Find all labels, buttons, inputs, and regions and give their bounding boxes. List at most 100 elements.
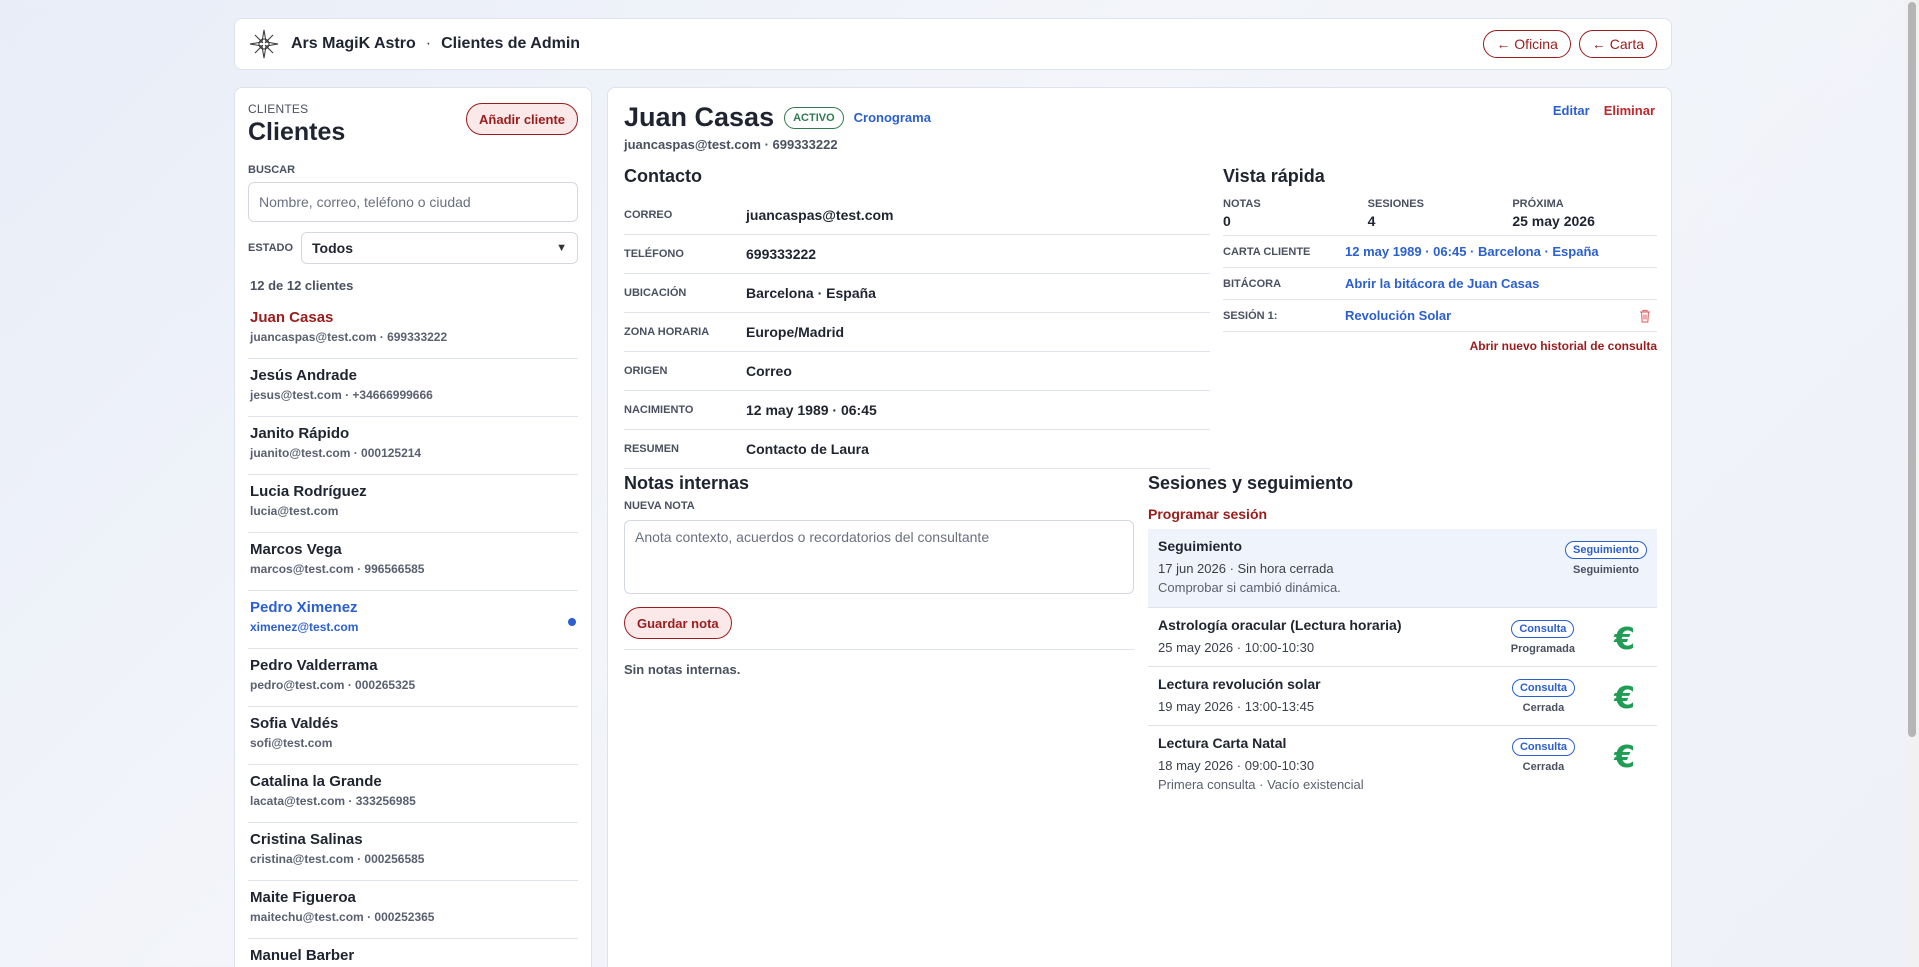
contact-row-timezone: ZONA HORARIA Europe/Madrid [624, 313, 1210, 352]
contact-value: 12 may 1989 · 06:45 [746, 402, 877, 418]
client-item[interactable]: Sofia Valdés sofi@test.com [248, 707, 578, 765]
session-item[interactable]: Seguimiento 17 jun 2026 · Sin hora cerra… [1148, 529, 1657, 608]
client-item[interactable]: Pedro Valderrama pedro@test.com · 000265… [248, 649, 578, 707]
client-item[interactable]: Manuel Barber [248, 939, 578, 967]
page-scrollbar[interactable] [1905, 0, 1919, 967]
client-meta: ximenez@test.com [250, 620, 359, 634]
session-note: Comprobar si cambió dinámica. [1158, 580, 1341, 595]
client-item[interactable]: Marcos Vega marcos@test.com · 996566585 [248, 533, 578, 591]
stat-next: PRÓXIMA 25 may 2026 [1512, 198, 1657, 229]
session-item[interactable]: Lectura revolución solar 19 may 2026 · 1… [1148, 667, 1657, 726]
session-type-badge: Consulta [1511, 620, 1575, 638]
add-client-button[interactable]: Añadir cliente [466, 103, 578, 135]
client-item[interactable]: Cristina Salinas cristina@test.com · 000… [248, 823, 578, 881]
oficina-button[interactable]: ← Oficina [1483, 30, 1571, 58]
client-meta: marcos@test.com · 996566585 [250, 562, 425, 576]
quick-key: SESIÓN 1: [1223, 309, 1278, 322]
scrollbar-thumb[interactable] [1908, 2, 1916, 737]
cronograma-link[interactable]: Cronograma [854, 110, 931, 125]
euro-icon[interactable]: € [1614, 681, 1635, 716]
log-link[interactable]: Abrir la bitácora de Juan Casas [1345, 276, 1539, 291]
stat-label: SESIONES [1367, 198, 1424, 210]
contact-value: Europe/Madrid [746, 324, 845, 340]
contact-row-email: CORREO juancaspas@test.com [624, 196, 1210, 235]
client-name: Cristina Salinas [250, 831, 363, 848]
unread-dot-icon [568, 618, 576, 626]
brand-separator: · [425, 35, 432, 52]
carta-button[interactable]: ← Carta [1578, 30, 1657, 58]
session-item[interactable]: Astrología oracular (Lectura horaria) 25… [1148, 608, 1657, 667]
quick-view-title: Vista rápida [1223, 166, 1325, 186]
client-meta: cristina@test.com · 000256585 [250, 852, 425, 866]
client-detail-name: Juan Casas [624, 102, 775, 132]
search-input[interactable] [248, 182, 578, 222]
client-item[interactable]: Maite Figueroa maitechu@test.com · 00025… [248, 881, 578, 939]
new-history-link[interactable]: Abrir nuevo historial de consulta [1223, 339, 1657, 353]
trash-icon[interactable] [1639, 309, 1651, 323]
client-chart-link[interactable]: 12 may 1989 · 06:45 · Barcelona · España [1345, 244, 1599, 259]
chevron-down-icon: ▼ [556, 242, 567, 254]
contact-row-phone: TELÉFONO 699333222 [624, 235, 1210, 274]
session-note: Primera consulta · Vacío existencial [1158, 777, 1364, 792]
divider [624, 649, 1134, 650]
stat-label: NOTAS [1223, 198, 1261, 210]
internal-notes-section: Notas internas NUEVA NOTA Guardar nota S… [624, 473, 1134, 677]
client-name: Pedro Ximenez [250, 599, 358, 616]
contact-key: CORREO [624, 209, 673, 221]
contact-value: 699333222 [746, 246, 817, 262]
page-section-title: Clientes de Admin [441, 35, 581, 52]
client-name: Janito Rápido [250, 425, 350, 442]
client-name: Juan Casas [250, 309, 334, 326]
delete-button[interactable]: Eliminar [1604, 103, 1655, 118]
top-bar: Ars MagiK Astro · Clientes de Admin ← Of… [234, 18, 1672, 70]
client-item[interactable]: Catalina la Grande lacata@test.com · 333… [248, 765, 578, 823]
client-name: Lucia Rodríguez [250, 483, 367, 500]
client-meta: lacata@test.com · 333256985 [250, 794, 416, 808]
contact-value: Barcelona · España [746, 285, 876, 301]
euro-icon[interactable]: € [1614, 740, 1635, 775]
client-name: Pedro Valderrama [250, 657, 378, 674]
client-name: Maite Figueroa [250, 889, 356, 906]
session-link[interactable]: Revolución Solar [1345, 308, 1451, 323]
quick-row-session: SESIÓN 1: Revolución Solar [1223, 300, 1657, 332]
brand-name: Ars MagiK Astro [291, 35, 416, 52]
client-item[interactable]: Janito Rápido juanito@test.com · 0001252… [248, 417, 578, 475]
session-state: Cerrada [1522, 761, 1565, 773]
quick-row-chart: CARTA CLIENTE 12 may 1989 · 06:45 · Barc… [1223, 236, 1657, 268]
client-item[interactable]: Jesús Andrade jesus@test.com · +34666999… [248, 359, 578, 417]
note-textarea[interactable] [624, 520, 1134, 594]
contact-row-location: UBICACIÓN Barcelona · España [624, 274, 1210, 313]
session-state: Seguimiento [1572, 564, 1639, 576]
save-note-button[interactable]: Guardar nota [624, 607, 732, 639]
client-meta: maitechu@test.com · 000252365 [250, 910, 435, 924]
client-name: Marcos Vega [250, 541, 342, 558]
contact-row-summary: RESUMEN Contacto de Laura [624, 430, 1210, 469]
program-session-link[interactable]: Programar sesión [1148, 506, 1657, 522]
contact-value: juancaspas@test.com [746, 207, 894, 223]
client-item[interactable]: Juan Casas juancaspas@test.com · 6993332… [248, 301, 578, 359]
search-label: BUSCAR [248, 164, 296, 176]
stat-notes: NOTAS 0 [1223, 198, 1368, 229]
client-meta: jesus@test.com · +34666999666 [250, 388, 433, 402]
notes-title: Notas internas [624, 473, 750, 493]
contact-row-birth: NACIMIENTO 12 may 1989 · 06:45 [624, 391, 1210, 430]
quick-view-section: Vista rápida NOTAS 0 SESIONES 4 PRÓXIMA … [1223, 166, 1657, 353]
edit-button[interactable]: Editar [1553, 103, 1590, 118]
estado-select-value: Todos [312, 240, 353, 256]
session-item[interactable]: Lectura Carta Natal 18 may 2026 · 09:00-… [1148, 726, 1657, 802]
estado-label: ESTADO [248, 242, 294, 254]
client-name: Sofia Valdés [250, 715, 339, 732]
client-detail-panel: Juan Casas ACTIVO Cronograma juancaspas@… [607, 87, 1672, 967]
client-name: Jesús Andrade [250, 367, 357, 384]
client-item[interactable]: Pedro Ximenez ximenez@test.com [248, 591, 578, 649]
stat-value: 4 [1367, 213, 1376, 229]
client-meta: sofi@test.com [250, 736, 333, 750]
estado-select[interactable]: Todos ▼ [301, 232, 578, 264]
compass-star-icon [249, 29, 279, 59]
euro-icon[interactable]: € [1614, 622, 1635, 657]
client-count: 12 de 12 clientes [250, 278, 354, 293]
sessions-title: Sesiones y seguimiento [1148, 473, 1354, 493]
session-type-badge: Consulta [1511, 679, 1575, 697]
session-state: Cerrada [1522, 702, 1565, 714]
client-item[interactable]: Lucia Rodríguez lucia@test.com [248, 475, 578, 533]
